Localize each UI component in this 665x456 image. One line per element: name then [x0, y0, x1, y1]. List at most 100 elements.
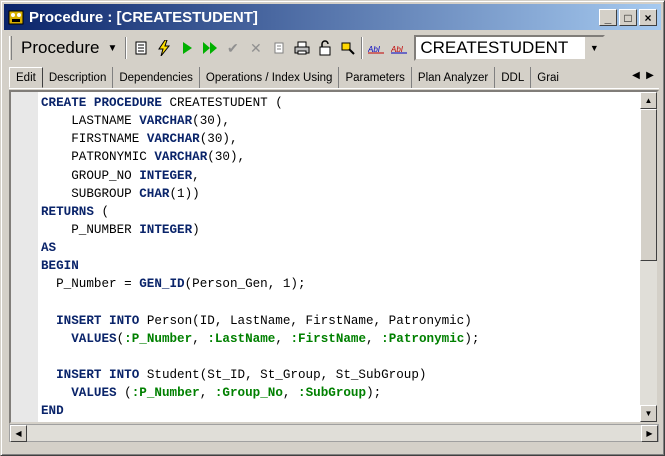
code-token: PATRONYMIC	[41, 150, 155, 165]
scroll-down-icon[interactable]: ▼	[640, 405, 657, 422]
code-keyword: GEN_ID	[139, 277, 185, 292]
tab-strip: Edit Description Dependencies Operations…	[9, 67, 659, 89]
tab-scroll-left-icon[interactable]: ◀	[629, 70, 643, 81]
code-line: INSERT INTO Person(ID, LastName, FirstNa…	[41, 312, 479, 330]
close-button[interactable]: ×	[639, 9, 657, 26]
code-variable: :P_Number	[131, 386, 200, 401]
abc-icon[interactable]: AbI	[365, 36, 388, 60]
code-token: ,	[192, 331, 208, 346]
minimize-button[interactable]: _	[599, 9, 617, 26]
def-icon[interactable]: AbI	[388, 36, 411, 60]
status-bar	[5, 443, 662, 453]
maximize-button[interactable]: □	[619, 9, 637, 26]
code-token: FIRSTNAME	[41, 132, 147, 147]
title-bar[interactable]: Procedure : [CREATESTUDENT] _ □ ×	[4, 4, 661, 30]
code-token: P_Number =	[41, 277, 140, 292]
chevron-down-icon: ▼	[107, 42, 118, 54]
tab-grants[interactable]: Grai	[531, 67, 565, 88]
code-variable: :Patronymic	[381, 331, 465, 346]
tab-ddl[interactable]: DDL	[495, 67, 532, 88]
print-icon[interactable]	[290, 36, 313, 60]
code-token: SUBGROUP	[41, 186, 140, 201]
object-type-dropdown[interactable]: Procedure ▼	[15, 35, 123, 61]
tab-parameters[interactable]: Parameters	[339, 67, 412, 88]
code-line: P_Number = GEN_ID(Person_Gen, 1);	[41, 275, 479, 293]
code-keyword: BEGIN	[41, 259, 79, 274]
toolbar-separator	[361, 37, 364, 59]
code-keyword: INSERT INTO	[56, 313, 140, 328]
code-token: (30),	[207, 150, 246, 165]
run-icon[interactable]	[175, 36, 198, 60]
lock-icon[interactable]	[313, 36, 336, 60]
code-line: VALUES (:P_Number, :Group_No, :SubGroup)…	[41, 384, 479, 402]
code-text[interactable]: CREATE PROCEDURE CREATESTUDENT ( LASTNAM…	[41, 94, 479, 421]
code-token: );	[464, 331, 480, 346]
compile-icon[interactable]	[152, 36, 175, 60]
code-keyword: VALUES	[71, 386, 117, 401]
code-keyword: INTEGER	[139, 222, 193, 237]
object-selector-value: CREATESTUDENT	[420, 38, 569, 57]
commit-icon[interactable]: ✔	[221, 36, 244, 60]
code-variable: :LastName	[207, 331, 276, 346]
horizontal-scrollbar[interactable]: ◀ ▶	[9, 424, 659, 442]
scroll-right-icon[interactable]: ▶	[641, 425, 658, 442]
code-token: Student(St_ID, St_Group, St_SubGroup)	[139, 368, 427, 383]
tab-edit[interactable]: Edit	[9, 67, 43, 88]
toolbar: Procedure ▼ ✔ ✕ AbI AbI CREATESTUDENT ▼	[5, 32, 660, 64]
vertical-scroll-thumb[interactable]	[640, 109, 657, 261]
code-keyword: VARCHAR	[139, 114, 193, 129]
code-line: FIRSTNAME VARCHAR(30),	[41, 130, 479, 148]
code-line: END	[41, 402, 479, 420]
code-keyword: CHAR	[139, 186, 170, 201]
code-token: P_NUMBER	[41, 222, 140, 237]
copy-icon[interactable]	[267, 36, 290, 60]
code-keyword: VARCHAR	[146, 132, 200, 147]
rollback-icon[interactable]: ✕	[244, 36, 267, 60]
properties-icon[interactable]	[129, 36, 152, 60]
tab-scroll-right-icon[interactable]: ▶	[643, 70, 657, 81]
code-token: (Person_Gen, 1);	[184, 277, 306, 292]
code-token: )	[192, 222, 200, 237]
code-line: LASTNAME VARCHAR(30),	[41, 112, 479, 130]
code-line: AS	[41, 239, 479, 257]
object-selector[interactable]: CREATESTUDENT ▼	[414, 35, 606, 61]
code-keyword: VALUES	[71, 331, 117, 346]
window-title: Procedure : [CREATESTUDENT]	[29, 8, 258, 26]
vertical-scrollbar[interactable]: ▲ ▼	[640, 92, 657, 422]
code-token: (30),	[199, 132, 238, 147]
search-icon[interactable]	[336, 36, 359, 60]
code-token: (30),	[192, 114, 230, 129]
tab-description[interactable]: Description	[43, 67, 114, 88]
code-variable: :P_Number	[124, 331, 193, 346]
code-line: CREATE PROCEDURE CREATESTUDENT (	[41, 94, 479, 112]
tab-dependencies[interactable]: Dependencies	[113, 67, 200, 88]
code-line: P_NUMBER INTEGER)	[41, 221, 479, 239]
toolbar-grip[interactable]	[9, 36, 12, 60]
run-all-icon[interactable]	[198, 36, 221, 60]
code-editor[interactable]: CREATE PROCEDURE CREATESTUDENT ( LASTNAM…	[9, 90, 659, 424]
scroll-up-icon[interactable]: ▲	[640, 92, 657, 109]
code-keyword: RETURNS	[41, 204, 94, 219]
code-variable: :SubGroup	[298, 386, 367, 401]
code-line: BEGIN	[41, 257, 479, 275]
tab-plan-analyzer[interactable]: Plan Analyzer	[412, 67, 496, 88]
code-line: SUBGROUP CHAR(1))	[41, 185, 479, 203]
code-token: (	[93, 204, 110, 219]
code-line: RETURNS (	[41, 203, 479, 221]
editor-gutter	[11, 92, 38, 422]
code-keyword: VARCHAR	[154, 150, 208, 165]
code-line: VALUES(:P_Number, :LastName, :FirstName,…	[41, 330, 479, 348]
chevron-down-icon[interactable]: ▼	[585, 37, 604, 59]
code-keyword: AS	[41, 241, 57, 256]
code-keyword: END	[41, 404, 64, 419]
tab-operations-index-using[interactable]: Operations / Index Using	[200, 67, 340, 88]
code-token: );	[366, 386, 382, 401]
scroll-left-icon[interactable]: ◀	[10, 425, 27, 442]
code-token: LASTNAME	[41, 114, 140, 129]
